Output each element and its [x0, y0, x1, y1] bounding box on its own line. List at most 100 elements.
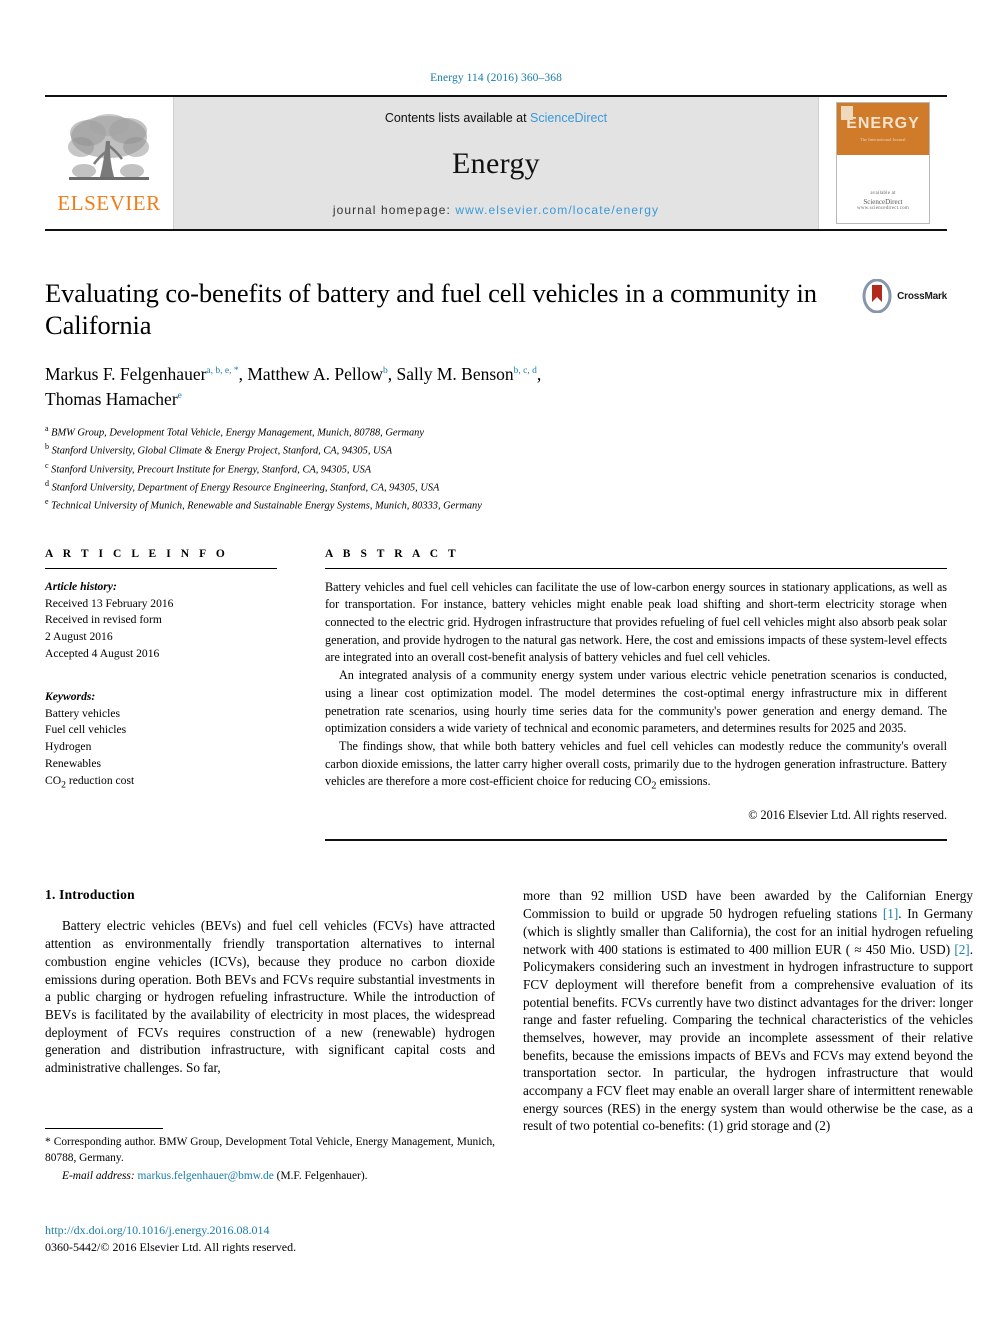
body-column-left: 1. Introduction Battery electric vehicle… [45, 887, 495, 1135]
keyword-item: Battery vehicles [45, 706, 121, 720]
doi-block: http://dx.doi.org/10.1016/j.energy.2016.… [45, 1222, 495, 1257]
author-name: Matthew A. Pellow [247, 363, 383, 384]
affiliation-text: Stanford University, Global Climate & En… [51, 445, 393, 457]
affiliation-mark: c [45, 460, 49, 470]
author-affil-marks: e [177, 390, 182, 401]
journal-title: Energy [452, 147, 540, 180]
keyword-item: Hydrogen [45, 740, 92, 754]
keyword-item: CO2 reduction cost [45, 773, 135, 791]
affiliation-mark: e [45, 496, 49, 506]
affiliation-item: c Stanford University, Precourt Institut… [45, 460, 947, 478]
info-abstract-row: A R T I C L E I N F O Article history: R… [45, 548, 947, 842]
section-heading-introduction: 1. Introduction [45, 887, 495, 903]
abstract-paragraph: The findings show, that while both batte… [325, 738, 947, 792]
keywords-label: Keywords: [45, 689, 96, 703]
journal-masthead: ELSEVIER Contents lists available at Sci… [45, 95, 947, 231]
author-affil-marks: b [382, 365, 388, 376]
crossmark-icon [862, 279, 892, 313]
email-owner: (M.F. Felgenhauer). [276, 1170, 368, 1182]
author-name: Markus F. Felgenhauer [45, 363, 207, 384]
author-affil-marks: b, c, d [513, 365, 537, 376]
cover-available-at: available at [870, 191, 896, 196]
journal-cover-image: ENERGY The International Journal availab… [836, 102, 930, 224]
affiliation-mark: d [45, 478, 49, 488]
affiliation-item: a BMW Group, Development Total Vehicle, … [45, 423, 947, 441]
intro-right-text: more than 92 million USD have been award… [523, 887, 973, 1135]
doi-link[interactable]: http://dx.doi.org/10.1016/j.energy.2016.… [45, 1222, 495, 1239]
body-column-right: more than 92 million USD have been award… [523, 887, 973, 1135]
article-info-heading: A R T I C L E I N F O [45, 547, 229, 560]
history-item: Received in revised form [45, 613, 162, 627]
abstract-column: A B S T R A C T Battery vehicles and fue… [325, 548, 947, 842]
elsevier-logo-block[interactable]: ELSEVIER [45, 97, 173, 229]
article-history-label: Article history: [45, 579, 117, 593]
affiliation-item: b Stanford University, Global Climate & … [45, 441, 947, 459]
affiliation-item: d Stanford University, Department of Ene… [45, 478, 947, 496]
author-name: Thomas Hamacher [45, 388, 178, 409]
keyword-item: Renewables [45, 756, 102, 770]
citation-ref-1[interactable]: [1] [883, 906, 898, 921]
sciencedirect-link[interactable]: ScienceDirect [530, 111, 607, 125]
cover-header-band: ENERGY The International Journal [837, 103, 929, 155]
citation-ref-2[interactable]: [2] [954, 942, 969, 957]
affiliation-text: Stanford University, Department of Energ… [51, 482, 440, 494]
elsevier-tree-icon [68, 113, 149, 180]
paragraph: Battery electric vehicles (BEVs) and fue… [45, 918, 495, 1075]
history-item: Received 13 February 2016 [45, 596, 174, 610]
cover-elsevier-tree-icon [841, 106, 853, 120]
article-history: Article history: Received 13 February 20… [45, 579, 295, 663]
cover-sciencedirect-url: www.sciencedirect.com [857, 206, 909, 211]
abstract-paragraph: Battery vehicles and fuel cell vehicles … [325, 579, 947, 665]
cover-footer: available at ScienceDirect www.sciencedi… [837, 155, 929, 223]
section-title-text: Introduction [59, 887, 135, 903]
homepage-prefix: journal homepage: [332, 203, 456, 217]
footnote-block: * Corresponding author. BMW Group, Devel… [45, 1128, 495, 1182]
corresponding-email-line: E-mail address: markus.felgenhauer@bmw.d… [45, 1170, 495, 1182]
keywords-block: Keywords: Battery vehicles Fuel cell veh… [45, 689, 295, 792]
cover-sciencedirect-brand: ScienceDirect [863, 198, 903, 206]
email-label: E-mail address: [62, 1170, 135, 1182]
article-page: Energy 114 (2016) 360–368 ELSEVIER Conte… [0, 0, 992, 1323]
abstract-body: Battery vehicles and fuel cell vehicles … [325, 579, 947, 795]
title-area: Evaluating co-benefits of battery and fu… [45, 277, 947, 342]
abstract-divider [325, 567, 947, 569]
abstract-paragraph: An integrated analysis of a community en… [325, 668, 947, 736]
affiliation-item: e Technical University of Munich, Renewa… [45, 496, 947, 514]
elsevier-wordmark: ELSEVIER [57, 190, 161, 215]
cover-journal-title: ENERGY [846, 115, 920, 132]
affiliation-text: BMW Group, Development Total Vehicle, En… [51, 427, 424, 439]
paragraph: more than 92 million USD have been award… [523, 887, 973, 1135]
crossmark-badge-group[interactable]: CrossMark [860, 279, 947, 313]
affiliation-list: a BMW Group, Development Total Vehicle, … [45, 423, 947, 513]
affiliation-text: Technical University of Munich, Renewabl… [51, 500, 482, 512]
journal-homepage-link[interactable]: www.elsevier.com/locate/energy [455, 203, 659, 217]
corresponding-author-note: * Corresponding author. BMW Group, Devel… [45, 1136, 495, 1164]
keyword-item: Fuel cell vehicles [45, 723, 127, 737]
section-number: 1. [45, 887, 56, 903]
history-item: Accepted 4 August 2016 [45, 646, 160, 660]
abstract-bottom-divider [325, 839, 947, 842]
paragraph-part: . Policymakers considering such an inves… [523, 941, 973, 1134]
author-name: Sally M. Benson [396, 363, 514, 384]
author-affil-marks: a, b, e, * [206, 365, 239, 376]
journal-homepage-line: journal homepage: www.elsevier.com/locat… [333, 203, 659, 217]
contents-available-line: Contents lists available at ScienceDirec… [385, 111, 607, 125]
affiliation-mark: a [45, 424, 49, 434]
body-columns: 1. Introduction Battery electric vehicle… [45, 887, 973, 1135]
article-info-column: A R T I C L E I N F O Article history: R… [45, 548, 295, 842]
email-link[interactable]: markus.felgenhauer@bmw.de [138, 1170, 274, 1182]
article-info-divider [45, 567, 277, 569]
abstract-copyright: © 2016 Elsevier Ltd. All rights reserved… [748, 808, 947, 823]
footnote-divider [45, 1128, 163, 1129]
affiliation-text: Stanford University, Precourt Institute … [51, 463, 372, 475]
issn-copyright-line: 0360-5442/© 2016 Elsevier Ltd. All right… [45, 1240, 297, 1255]
masthead-center: Contents lists available at ScienceDirec… [173, 97, 819, 229]
history-item: 2 August 2016 [45, 630, 113, 644]
abstract-heading: A B S T R A C T [325, 547, 460, 560]
running-head: Energy 114 (2016) 360–368 [430, 72, 562, 84]
contents-prefix: Contents lists available at [384, 111, 531, 125]
page-title: Evaluating co-benefits of battery and fu… [45, 278, 817, 341]
journal-cover-block: ENERGY The International Journal availab… [819, 97, 947, 229]
cover-journal-subtitle: The International Journal [860, 137, 906, 142]
author-list: Markus F. Felgenhauera, b, e, *, Matthew… [45, 363, 542, 409]
